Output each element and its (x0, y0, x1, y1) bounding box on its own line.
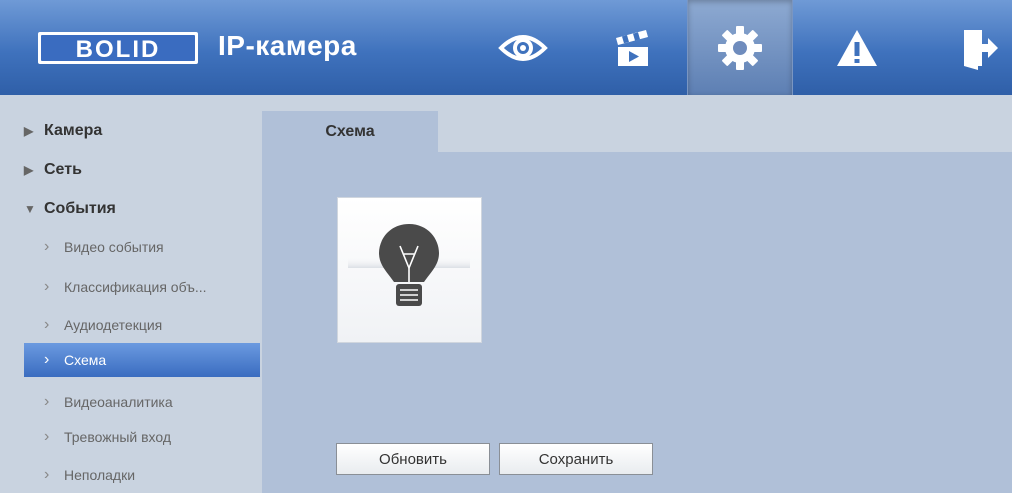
eye-icon (498, 34, 548, 61)
sidebar-item-label: Схема (64, 352, 107, 368)
sidebar-item-label: Аудиодетекция (64, 317, 163, 333)
sidebar-item-label: Камера (44, 122, 103, 139)
sidebar-item-label: События (44, 200, 116, 217)
sidebar-item-events[interactable]: ▼ События (24, 192, 260, 226)
exit-icon (964, 29, 998, 70)
gear-icon (718, 25, 762, 70)
nav-alarm[interactable] (805, 0, 909, 95)
sidebar-item-label: Тревожный вход (64, 429, 172, 445)
sidebar-item-network[interactable]: ▶ Сеть (24, 153, 260, 187)
sidebar-item-object-classification[interactable]: › Классификация объ... (24, 270, 260, 304)
sidebar-item-label: Сеть (44, 161, 82, 178)
chevron-right-icon: › (44, 393, 50, 410)
sidebar: ▶ Камера ▶ Сеть ▼ События › Видео событи… (0, 111, 262, 493)
tab-bar: Схема (262, 111, 1012, 152)
top-bar: BOLID IP-камера (0, 0, 1012, 95)
sidebar-item-alarm-input[interactable]: › Тревожный вход (24, 420, 260, 454)
collapsed-arrow-icon: ▶ (24, 124, 34, 138)
app-title: IP-камера (218, 30, 357, 61)
refresh-button[interactable]: Обновить (336, 443, 490, 475)
expanded-arrow-icon: ▼ (24, 202, 36, 216)
nav-live-view[interactable] (471, 0, 575, 95)
warning-icon (837, 29, 877, 66)
scheme-toggle[interactable] (337, 197, 482, 343)
save-button[interactable]: Сохранить (499, 443, 653, 475)
tab-scheme[interactable]: Схема (262, 111, 438, 152)
logo-text: BOLID (76, 36, 161, 63)
sidebar-item-label: Видеоаналитика (64, 394, 173, 410)
nav-playback[interactable] (580, 0, 684, 95)
main-panel: Схема Обновить Сохранить (262, 111, 1012, 493)
sidebar-item-label: Видео события (64, 239, 164, 255)
chevron-right-icon: › (44, 428, 50, 445)
nav-settings[interactable] (687, 0, 793, 95)
bolid-logo: BOLID (38, 32, 198, 64)
sidebar-item-faults[interactable]: › Неполадки (24, 458, 260, 492)
chevron-right-icon: › (44, 238, 50, 255)
sidebar-item-video-analytics[interactable]: › Видеоаналитика (24, 385, 260, 419)
chevron-right-icon: › (44, 278, 50, 295)
clapperboard-icon (616, 29, 648, 66)
sidebar-item-audio-detection[interactable]: › Аудиодетекция (24, 308, 260, 342)
sidebar-item-label: Неполадки (64, 467, 136, 483)
chevron-right-icon: › (44, 316, 50, 333)
sidebar-item-video-events[interactable]: › Видео события (24, 230, 260, 264)
nav-logout[interactable] (928, 0, 1012, 95)
sidebar-item-camera[interactable]: ▶ Камера (24, 114, 260, 148)
sidebar-item-scheme[interactable]: › Схема (24, 343, 260, 377)
collapsed-arrow-icon: ▶ (24, 163, 34, 177)
chevron-right-icon: › (44, 351, 50, 368)
lightbulb-icon (348, 224, 470, 306)
chevron-right-icon: › (44, 466, 50, 483)
sidebar-item-label: Классификация объ... (64, 279, 207, 295)
